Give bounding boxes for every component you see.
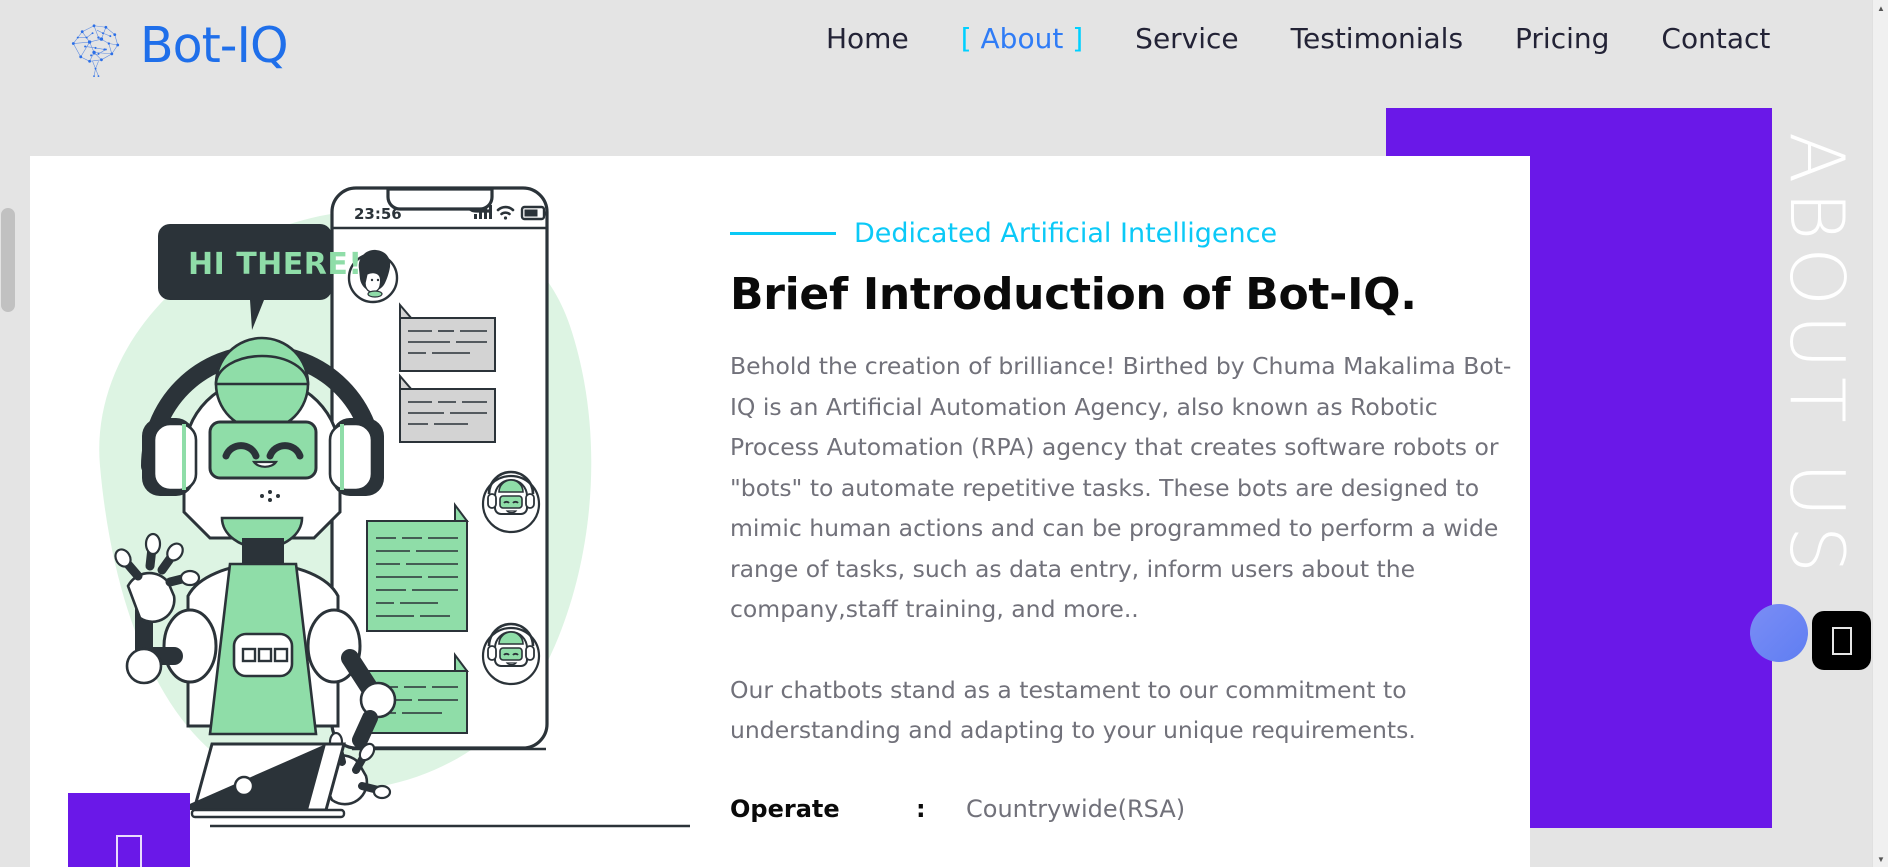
site-header: Bot-IQ Home [ About ] Service Testimonia…	[0, 0, 1872, 108]
nav-item-about-label: About	[980, 22, 1064, 55]
about-content: Dedicated Artificial Intelligence Brief …	[730, 218, 1530, 823]
nav-item-pricing[interactable]: Pricing	[1489, 22, 1635, 55]
phone-time: 23:56	[354, 205, 402, 223]
chat-bubble-green-1	[366, 502, 469, 632]
about-paragraph-1: Behold the creation of brilliance! Birth…	[730, 352, 1512, 623]
fact-value: Countrywide(RSA)	[966, 794, 1186, 823]
main-navigation: Home [ About ] Service Testimonials Pric…	[800, 22, 1796, 55]
eyebrow-line	[730, 232, 836, 235]
chat-launcher-button[interactable]	[1812, 611, 1871, 670]
logo[interactable]: Bot-IQ	[60, 8, 289, 82]
nav-item-home[interactable]: Home	[800, 22, 935, 55]
chat-launcher-icon	[1831, 626, 1852, 655]
scrollbar-down-arrow[interactable]: ▼	[1873, 851, 1888, 867]
nav-item-testimonials[interactable]: Testimonials	[1265, 22, 1489, 55]
chatbot-illustration: 23:56 HI THERE!	[99, 186, 690, 828]
page-title: Brief Introduction of Bot-IQ.	[730, 269, 1417, 320]
bracket-open: [	[960, 22, 972, 55]
eyebrow-text: Dedicated Artificial Intelligence	[854, 218, 1278, 249]
side-panel-title: ABOUT US	[1773, 132, 1861, 582]
logo-text: Bot-IQ	[140, 16, 289, 74]
nav-item-contact[interactable]: Contact	[1635, 22, 1796, 55]
bracket-close: ]	[1072, 22, 1084, 55]
scrollbar-up-arrow[interactable]: ▲	[1873, 0, 1888, 16]
about-paragraph-2: Our chatbots stand as a testament to our…	[730, 675, 1416, 745]
page-scrollbar[interactable]: ▲ ▼	[1872, 0, 1888, 867]
about-card: 23:56 HI THERE! Dedicated Artificial Int…	[30, 156, 1530, 867]
fact-colon: :	[916, 794, 926, 823]
decor-purple-square	[68, 793, 190, 867]
scrollbar-thumb[interactable]	[1, 208, 15, 312]
fact-label: Operate	[730, 794, 840, 823]
speech-bubble-text: HI THERE!	[188, 247, 363, 282]
section-eyebrow: Dedicated Artificial Intelligence	[730, 218, 1530, 249]
chat-bubble-icon[interactable]	[1750, 604, 1808, 662]
nav-item-about[interactable]: [ About ]	[935, 22, 1109, 55]
brain-network-icon	[71, 24, 120, 77]
page-root: Bot-IQ Home [ About ] Service Testimonia…	[0, 0, 1888, 867]
fact-row-operate: Operate : Countrywide(RSA)	[730, 795, 1530, 823]
nav-item-service[interactable]: Service	[1109, 22, 1264, 55]
decor-square-glyph	[116, 834, 142, 867]
